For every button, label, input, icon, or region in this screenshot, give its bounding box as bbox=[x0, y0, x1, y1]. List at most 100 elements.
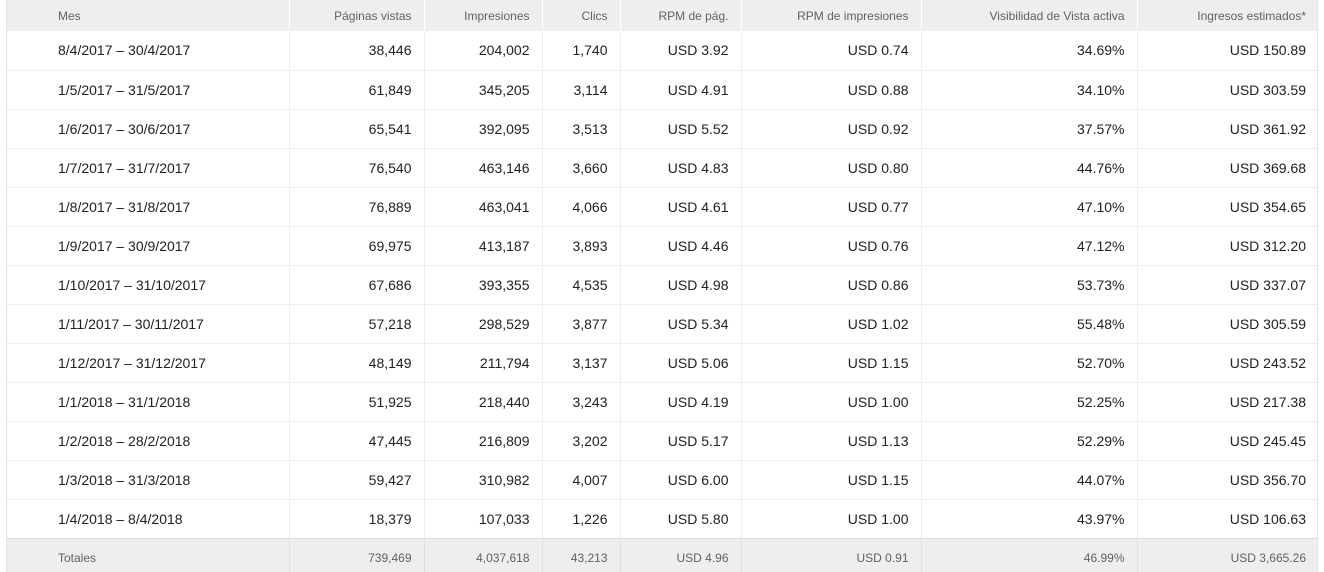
table-body: 8/4/2017 – 30/4/2017 38,446 204,002 1,740 US… bbox=[7, 31, 1317, 538]
cell-clics: 3,513 bbox=[542, 109, 621, 148]
cell-rpm-pag: USD 4.91 bbox=[620, 70, 742, 109]
cell-impresiones: 310,982 bbox=[424, 460, 543, 499]
cell-mes: 1/4/2018 – 8/4/2018 bbox=[7, 499, 290, 538]
column-header-clics[interactable]: Clics bbox=[542, 0, 621, 31]
cell-visibilidad: 34.69% bbox=[921, 31, 1138, 70]
column-header-impresiones[interactable]: Impresiones bbox=[424, 0, 543, 31]
column-header-visibilidad[interactable]: Visibilidad de Vista activa bbox=[921, 0, 1138, 31]
column-header-paginas-vistas[interactable]: Páginas vistas bbox=[289, 0, 425, 31]
cell-rpm-impresiones: USD 0.88 bbox=[741, 70, 922, 109]
cell-impresiones: 204,002 bbox=[424, 31, 543, 70]
cell-rpm-pag: USD 5.52 bbox=[620, 109, 742, 148]
table-header-row: Mes Páginas vistas Impresiones Clics RPM… bbox=[7, 0, 1317, 31]
cell-rpm-pag: USD 4.61 bbox=[620, 187, 742, 226]
cell-impresiones: 463,146 bbox=[424, 148, 543, 187]
column-header-mes[interactable]: Mes bbox=[7, 0, 290, 31]
table-row: 1/2/2018 – 28/2/2018 47,445 216,809 3,202 US… bbox=[7, 421, 1317, 460]
cell-mes: 1/5/2017 – 31/5/2017 bbox=[7, 70, 290, 109]
cell-ingresos: USD 337.07 bbox=[1229, 276, 1306, 293]
cell-mes: 8/4/2017 – 30/4/2017 bbox=[7, 31, 290, 70]
cell-ingresos: USD 361.92 bbox=[1229, 120, 1306, 137]
cell-visibilidad: 52.70% bbox=[921, 343, 1138, 382]
cell-rpm-pag: USD 4.98 bbox=[620, 265, 742, 304]
cell-paginas-vistas: 59,427 bbox=[289, 460, 425, 499]
totals-clics: 43,213 bbox=[542, 537, 621, 572]
cell-impresiones: 216,809 bbox=[424, 421, 543, 460]
cell-impresiones: 218,440 bbox=[424, 382, 543, 421]
cell-mes: 1/10/2017 – 31/10/2017 bbox=[7, 265, 290, 304]
cell-impresiones: 392,095 bbox=[424, 109, 543, 148]
table-row: 1/3/2018 – 31/3/2018 59,427 310,982 4,007 US… bbox=[7, 460, 1317, 499]
cell-clics: 3,137 bbox=[542, 343, 621, 382]
cell-ingresos: USD 369.68 bbox=[1229, 159, 1306, 176]
totals-rpm-pag: USD 4.96 bbox=[620, 537, 742, 572]
cell-impresiones: 393,355 bbox=[424, 265, 543, 304]
cell-paginas-vistas: 67,686 bbox=[289, 265, 425, 304]
cell-clics: 4,535 bbox=[542, 265, 621, 304]
column-header-rpm-impresiones[interactable]: RPM de impresiones bbox=[741, 0, 922, 31]
cell-ingresos: USD 312.20 bbox=[1229, 237, 1306, 254]
cell-ingresos: USD 305.59 bbox=[1229, 315, 1306, 332]
cell-impresiones: 107,033 bbox=[424, 499, 543, 538]
cell-paginas-vistas: 61,849 bbox=[289, 70, 425, 109]
cell-rpm-impresiones: USD 1.00 bbox=[741, 499, 922, 538]
cell-mes: 1/8/2017 – 31/8/2017 bbox=[7, 187, 290, 226]
table-row: 1/6/2017 – 30/6/2017 65,541 392,095 3,513 US… bbox=[7, 109, 1317, 148]
cell-paginas-vistas: 47,445 bbox=[289, 421, 425, 460]
cell-rpm-impresiones: USD 1.15 bbox=[741, 343, 922, 382]
cell-rpm-pag: USD 5.17 bbox=[620, 421, 742, 460]
cell-rpm-impresiones: USD 0.76 bbox=[741, 226, 922, 265]
cell-paginas-vistas: 76,889 bbox=[289, 187, 425, 226]
cell-clics: 1,226 bbox=[542, 499, 621, 538]
table-row: 1/11/2017 – 30/11/2017 57,218 298,529 3,877… bbox=[7, 304, 1317, 343]
cell-paginas-vistas: 48,149 bbox=[289, 343, 425, 382]
cell-impresiones: 298,529 bbox=[424, 304, 543, 343]
cell-paginas-vistas: 18,379 bbox=[289, 499, 425, 538]
cell-clics: 3,893 bbox=[542, 226, 621, 265]
cell-mes: 1/1/2018 – 31/1/2018 bbox=[7, 382, 290, 421]
column-header-ingresos[interactable]: Ingresos estimados* bbox=[1137, 0, 1317, 31]
table-row: 1/1/2018 – 31/1/2018 51,925 218,440 3,243 US… bbox=[7, 382, 1317, 421]
cell-visibilidad: 44.07% bbox=[921, 460, 1138, 499]
cell-rpm-impresiones: USD 0.74 bbox=[741, 31, 922, 70]
cell-ingresos: USD 243.52 bbox=[1229, 354, 1306, 371]
cell-clics: 3,877 bbox=[542, 304, 621, 343]
totals-row: Totales 739,469 4,037,618 43,213 USD 4.9… bbox=[7, 537, 1317, 572]
table-row: 1/10/2017 – 31/10/2017 67,686 393,355 4,535… bbox=[7, 265, 1317, 304]
cell-rpm-impresiones: USD 1.02 bbox=[741, 304, 922, 343]
cell-mes: 1/9/2017 – 30/9/2017 bbox=[7, 226, 290, 265]
table-row: 1/5/2017 – 31/5/2017 61,849 345,205 3,114 US… bbox=[7, 70, 1317, 109]
cell-mes: 1/6/2017 – 30/6/2017 bbox=[7, 109, 290, 148]
cell-ingresos: USD 106.63 bbox=[1229, 510, 1306, 527]
cell-clics: 3,202 bbox=[542, 421, 621, 460]
cell-paginas-vistas: 57,218 bbox=[289, 304, 425, 343]
cell-visibilidad: 43.97% bbox=[921, 499, 1138, 538]
cell-visibilidad: 47.10% bbox=[921, 187, 1138, 226]
cell-visibilidad: 44.76% bbox=[921, 148, 1138, 187]
cell-clics: 4,007 bbox=[542, 460, 621, 499]
cell-paginas-vistas: 51,925 bbox=[289, 382, 425, 421]
totals-paginas-vistas: 739,469 bbox=[289, 537, 425, 572]
column-header-rpm-pag[interactable]: RPM de pág. bbox=[620, 0, 742, 31]
totals-label: Totales bbox=[7, 537, 290, 572]
cell-ingresos: USD 356.70 bbox=[1229, 471, 1306, 488]
cell-rpm-impresiones: USD 1.00 bbox=[741, 382, 922, 421]
cell-impresiones: 463,041 bbox=[424, 187, 543, 226]
cell-visibilidad: 47.12% bbox=[921, 226, 1138, 265]
cell-ingresos: USD 150.89 bbox=[1229, 42, 1306, 59]
cell-clics: 4,066 bbox=[542, 187, 621, 226]
cell-impresiones: 345,205 bbox=[424, 70, 543, 109]
table-row: 1/9/2017 – 30/9/2017 69,975 413,187 3,893 US… bbox=[7, 226, 1317, 265]
cell-rpm-pag: USD 4.46 bbox=[620, 226, 742, 265]
cell-paginas-vistas: 76,540 bbox=[289, 148, 425, 187]
cell-rpm-pag: USD 5.06 bbox=[620, 343, 742, 382]
cell-rpm-pag: USD 4.83 bbox=[620, 148, 742, 187]
monthly-report-table: Mes Páginas vistas Impresiones Clics RPM… bbox=[7, 0, 1317, 572]
cell-rpm-impresiones: USD 0.77 bbox=[741, 187, 922, 226]
cell-rpm-pag: USD 4.19 bbox=[620, 382, 742, 421]
report-table-container: Mes Páginas vistas Impresiones Clics RPM… bbox=[6, 0, 1318, 572]
cell-rpm-pag: USD 6.00 bbox=[620, 460, 742, 499]
cell-visibilidad: 52.25% bbox=[921, 382, 1138, 421]
cell-visibilidad: 52.29% bbox=[921, 421, 1138, 460]
table-row: 1/12/2017 – 31/12/2017 48,149 211,794 3,137… bbox=[7, 343, 1317, 382]
